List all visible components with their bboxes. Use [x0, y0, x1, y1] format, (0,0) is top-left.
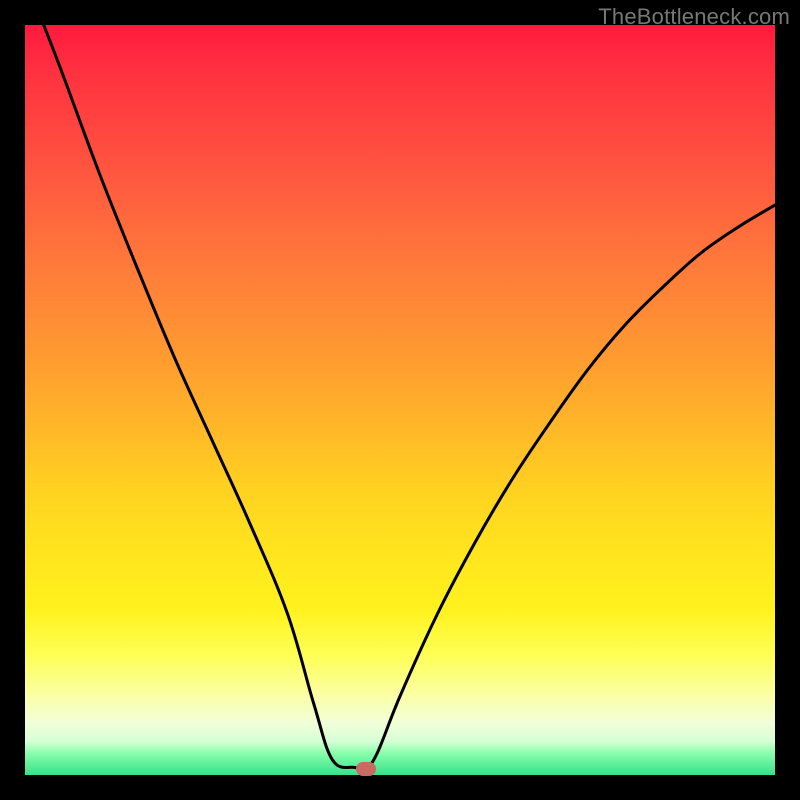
gradient-plot-area: [25, 25, 775, 775]
curve-svg: [25, 25, 775, 775]
watermark-text: TheBottleneck.com: [598, 4, 790, 30]
optimal-point-marker: [356, 762, 376, 776]
bottleneck-curve: [44, 25, 775, 769]
chart-frame: TheBottleneck.com: [0, 0, 800, 800]
